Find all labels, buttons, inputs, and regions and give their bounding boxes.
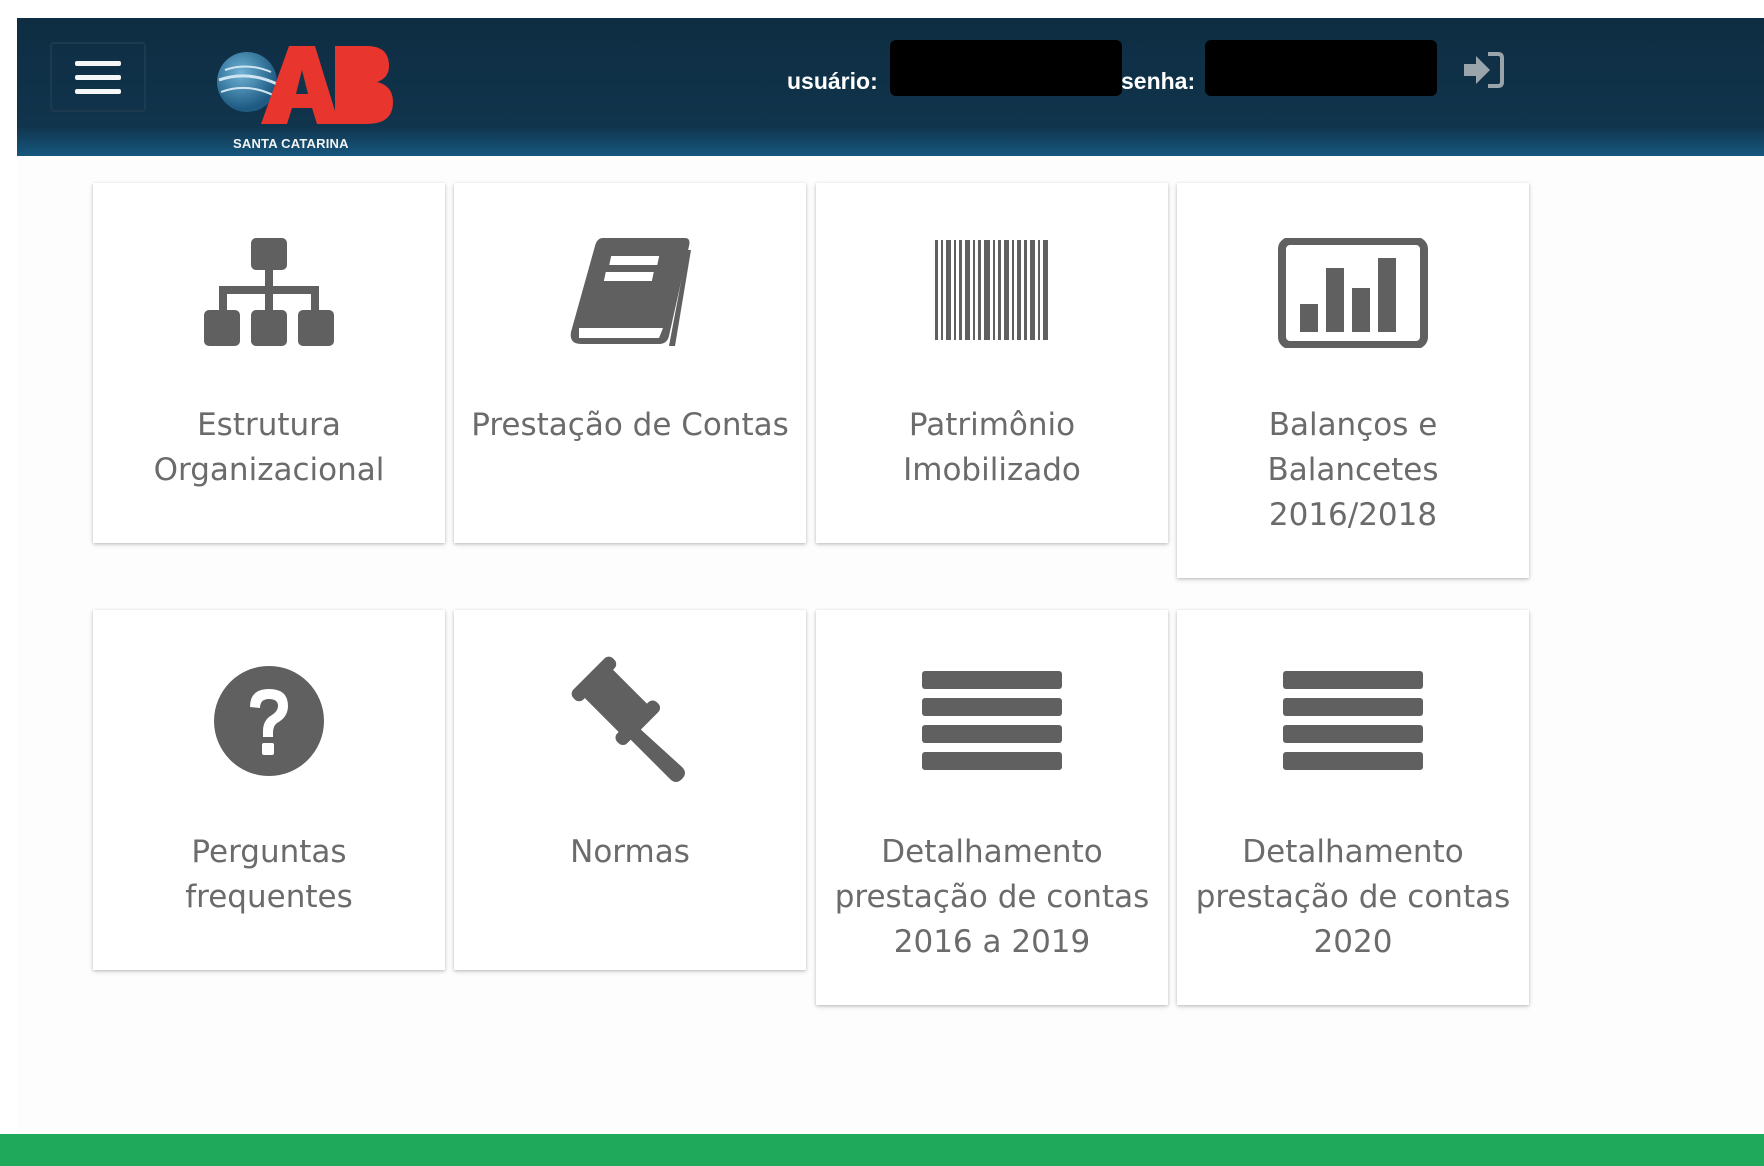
password-label: senha: bbox=[1121, 68, 1196, 94]
bar-chart-icon bbox=[1278, 238, 1428, 348]
card-detalhamento-2016-2019[interactable]: Detalhamento prestação de contas 2016 a … bbox=[816, 610, 1168, 1005]
card-perguntas-frequentes[interactable]: Perguntas frequentes bbox=[93, 610, 445, 970]
card-patrimonio-imobilizado[interactable]: Patrimônio Imobilizado bbox=[816, 183, 1168, 543]
card-label: Detalhamento prestação de contas 2016 a … bbox=[834, 834, 1150, 960]
question-circle-icon bbox=[214, 666, 324, 776]
card-label: Perguntas frequentes bbox=[185, 834, 353, 915]
hamburger-icon-bar bbox=[75, 88, 121, 94]
sitemap-icon bbox=[204, 238, 334, 346]
card-label: Patrimônio Imobilizado bbox=[903, 407, 1081, 488]
card-label: Normas bbox=[570, 834, 690, 870]
gavel-icon bbox=[571, 656, 685, 782]
card-balancos-e-balancetes[interactable]: Balanços e Balancetes 2016/2018 bbox=[1177, 183, 1529, 578]
list-icon bbox=[1283, 671, 1423, 770]
oab-logo-graphic bbox=[217, 46, 393, 124]
password-input[interactable] bbox=[1205, 40, 1437, 96]
page-frame: SANTA CATARINA usuário: senha: Estrutura… bbox=[17, 18, 1764, 1166]
card-normas[interactable]: Normas bbox=[454, 610, 806, 970]
user-label: usuário: bbox=[787, 68, 878, 94]
card-label: Balanços e Balancetes 2016/2018 bbox=[1267, 407, 1439, 533]
logo-caption: SANTA CATARINA bbox=[233, 136, 349, 151]
card-prestacao-de-contas[interactable]: Prestação de Contas bbox=[454, 183, 806, 543]
barcode-icon bbox=[935, 240, 1048, 340]
menu-button[interactable] bbox=[50, 42, 146, 112]
card-label: Prestação de Contas bbox=[471, 407, 789, 443]
card-label: Estrutura Organizacional bbox=[153, 407, 385, 488]
list-icon bbox=[922, 671, 1062, 770]
book-icon bbox=[570, 238, 691, 346]
hamburger-icon-bar bbox=[75, 60, 121, 66]
hamburger-icon-bar bbox=[75, 74, 121, 80]
card-estrutura-organizacional[interactable]: Estrutura Organizacional bbox=[93, 183, 445, 543]
user-input[interactable] bbox=[890, 40, 1122, 96]
sign-in-icon[interactable] bbox=[1462, 50, 1506, 90]
card-label: Detalhamento prestação de contas 2020 bbox=[1195, 834, 1511, 960]
top-header: SANTA CATARINA usuário: senha: bbox=[17, 18, 1764, 156]
oab-logo[interactable]: SANTA CATARINA bbox=[217, 40, 417, 151]
footer-bar bbox=[0, 1134, 1764, 1166]
card-detalhamento-2020[interactable]: Detalhamento prestação de contas 2020 bbox=[1177, 610, 1529, 1005]
